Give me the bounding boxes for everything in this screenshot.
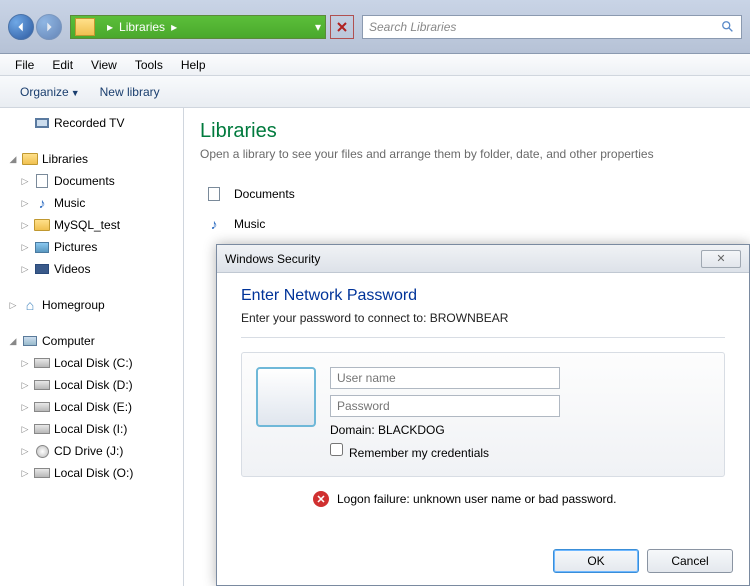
music-icon: ♪ [200,213,228,235]
library-item-music[interactable]: ♪Music [200,209,734,239]
close-button[interactable]: ✕ [701,250,741,268]
page-subtitle: Open a library to see your files and arr… [200,147,734,161]
sidebar-item-recorded-tv[interactable]: Recorded TV [0,112,183,134]
ok-button[interactable]: OK [553,549,639,573]
folder-icon [34,219,50,231]
forward-button[interactable] [36,14,62,40]
sidebar-item-mysql-test[interactable]: ▷MySQL_test [0,214,183,236]
disk-icon [34,424,50,434]
sidebar-item-computer[interactable]: ◢Computer [0,330,183,352]
libraries-icon [22,153,38,165]
back-button[interactable] [8,14,34,40]
expand-icon[interactable]: ▷ [20,354,30,372]
remember-checkbox[interactable]: Remember my credentials [330,443,710,462]
address-bar: ▸ Libraries ▸ ▾ Search Libraries [0,0,750,54]
sidebar-item-homegroup[interactable]: ▷⌂Homegroup [0,294,183,316]
music-icon: ♪ [34,195,50,211]
chevron-right-icon: ▸ [107,20,113,34]
expand-icon[interactable]: ▷ [20,398,30,416]
folder-icon [75,18,95,36]
sidebar-item-pictures[interactable]: ▷Pictures [0,236,183,258]
dialog-heading: Enter Network Password [241,287,725,305]
chevron-right-icon: ▸ [171,20,177,34]
remember-checkbox-input[interactable] [330,443,343,456]
domain-label: Domain: BLACKDOG [330,423,710,437]
expand-icon[interactable]: ▷ [20,238,30,256]
library-item-documents[interactable]: Documents [200,179,734,209]
avatar-icon [256,367,316,427]
expand-icon[interactable]: ▷ [8,296,18,314]
page-title: Libraries [200,120,734,143]
dialog-title: Windows Security [225,252,320,266]
documents-icon [36,174,48,188]
dialog-subtitle: Enter your password to connect to: BROWN… [241,311,725,325]
password-field[interactable] [330,395,560,417]
menu-edit[interactable]: Edit [43,55,82,75]
cd-icon [36,445,49,458]
menu-tools[interactable]: Tools [126,55,172,75]
chevron-down-icon: ▼ [71,88,80,98]
navigation-pane: Recorded TV ◢Libraries ▷Documents ▷♪Musi… [0,108,184,586]
search-input[interactable]: Search Libraries [362,15,742,39]
expand-icon[interactable]: ▷ [20,376,30,394]
sidebar-item-music[interactable]: ▷♪Music [0,192,183,214]
expand-icon[interactable]: ▷ [20,464,30,482]
sidebar-item-drive-i[interactable]: ▷Local Disk (I:) [0,418,183,440]
breadcrumb-label[interactable]: Libraries [119,20,165,34]
divider [241,337,725,338]
menu-view[interactable]: View [82,55,126,75]
sidebar-item-cd-drive[interactable]: ▷CD Drive (J:) [0,440,183,462]
sidebar-item-drive-e[interactable]: ▷Local Disk (E:) [0,396,183,418]
error-message: ✕ Logon failure: unknown user name or ba… [241,491,725,507]
expand-icon[interactable]: ▷ [20,216,30,234]
dialog-titlebar[interactable]: Windows Security ✕ [217,245,749,273]
sidebar-item-drive-o[interactable]: ▷Local Disk (O:) [0,462,183,484]
documents-icon [208,187,220,201]
sidebar-item-drive-d[interactable]: ▷Local Disk (D:) [0,374,183,396]
organize-button[interactable]: Organize▼ [10,81,90,103]
disk-icon [34,358,50,368]
homegroup-icon: ⌂ [22,297,38,313]
error-icon: ✕ [313,491,329,507]
expand-icon[interactable]: ▷ [20,194,30,212]
username-field[interactable] [330,367,560,389]
disk-icon [34,402,50,412]
pictures-icon [35,242,49,253]
expand-icon[interactable]: ▷ [20,420,30,438]
sidebar-item-drive-c[interactable]: ▷Local Disk (C:) [0,352,183,374]
tv-icon [35,118,49,128]
search-placeholder: Search Libraries [369,20,456,34]
chevron-down-icon[interactable]: ▾ [315,20,321,34]
expand-icon[interactable]: ▷ [20,172,30,190]
expand-icon[interactable]: ▷ [20,442,30,460]
credential-tile: Domain: BLACKDOG Remember my credentials [241,352,725,477]
credential-dialog: Windows Security ✕ Enter Network Passwor… [216,244,750,586]
expand-icon[interactable]: ▷ [20,260,30,278]
disk-icon [34,468,50,478]
sidebar-item-libraries[interactable]: ◢Libraries [0,148,183,170]
sidebar-item-documents[interactable]: ▷Documents [0,170,183,192]
menu-bar: File Edit View Tools Help [0,54,750,76]
search-icon [721,20,735,34]
sidebar-item-videos[interactable]: ▷Videos [0,258,183,280]
menu-help[interactable]: Help [172,55,215,75]
computer-icon [23,336,37,346]
new-library-button[interactable]: New library [90,81,170,103]
close-icon[interactable] [330,15,354,39]
breadcrumb[interactable]: ▸ Libraries ▸ ▾ [70,15,326,39]
videos-icon [35,264,49,274]
disk-icon [34,380,50,390]
toolbar: Organize▼ New library [0,76,750,108]
collapse-icon[interactable]: ◢ [8,332,18,350]
cancel-button[interactable]: Cancel [647,549,733,573]
menu-file[interactable]: File [6,55,43,75]
collapse-icon[interactable]: ◢ [8,150,18,168]
